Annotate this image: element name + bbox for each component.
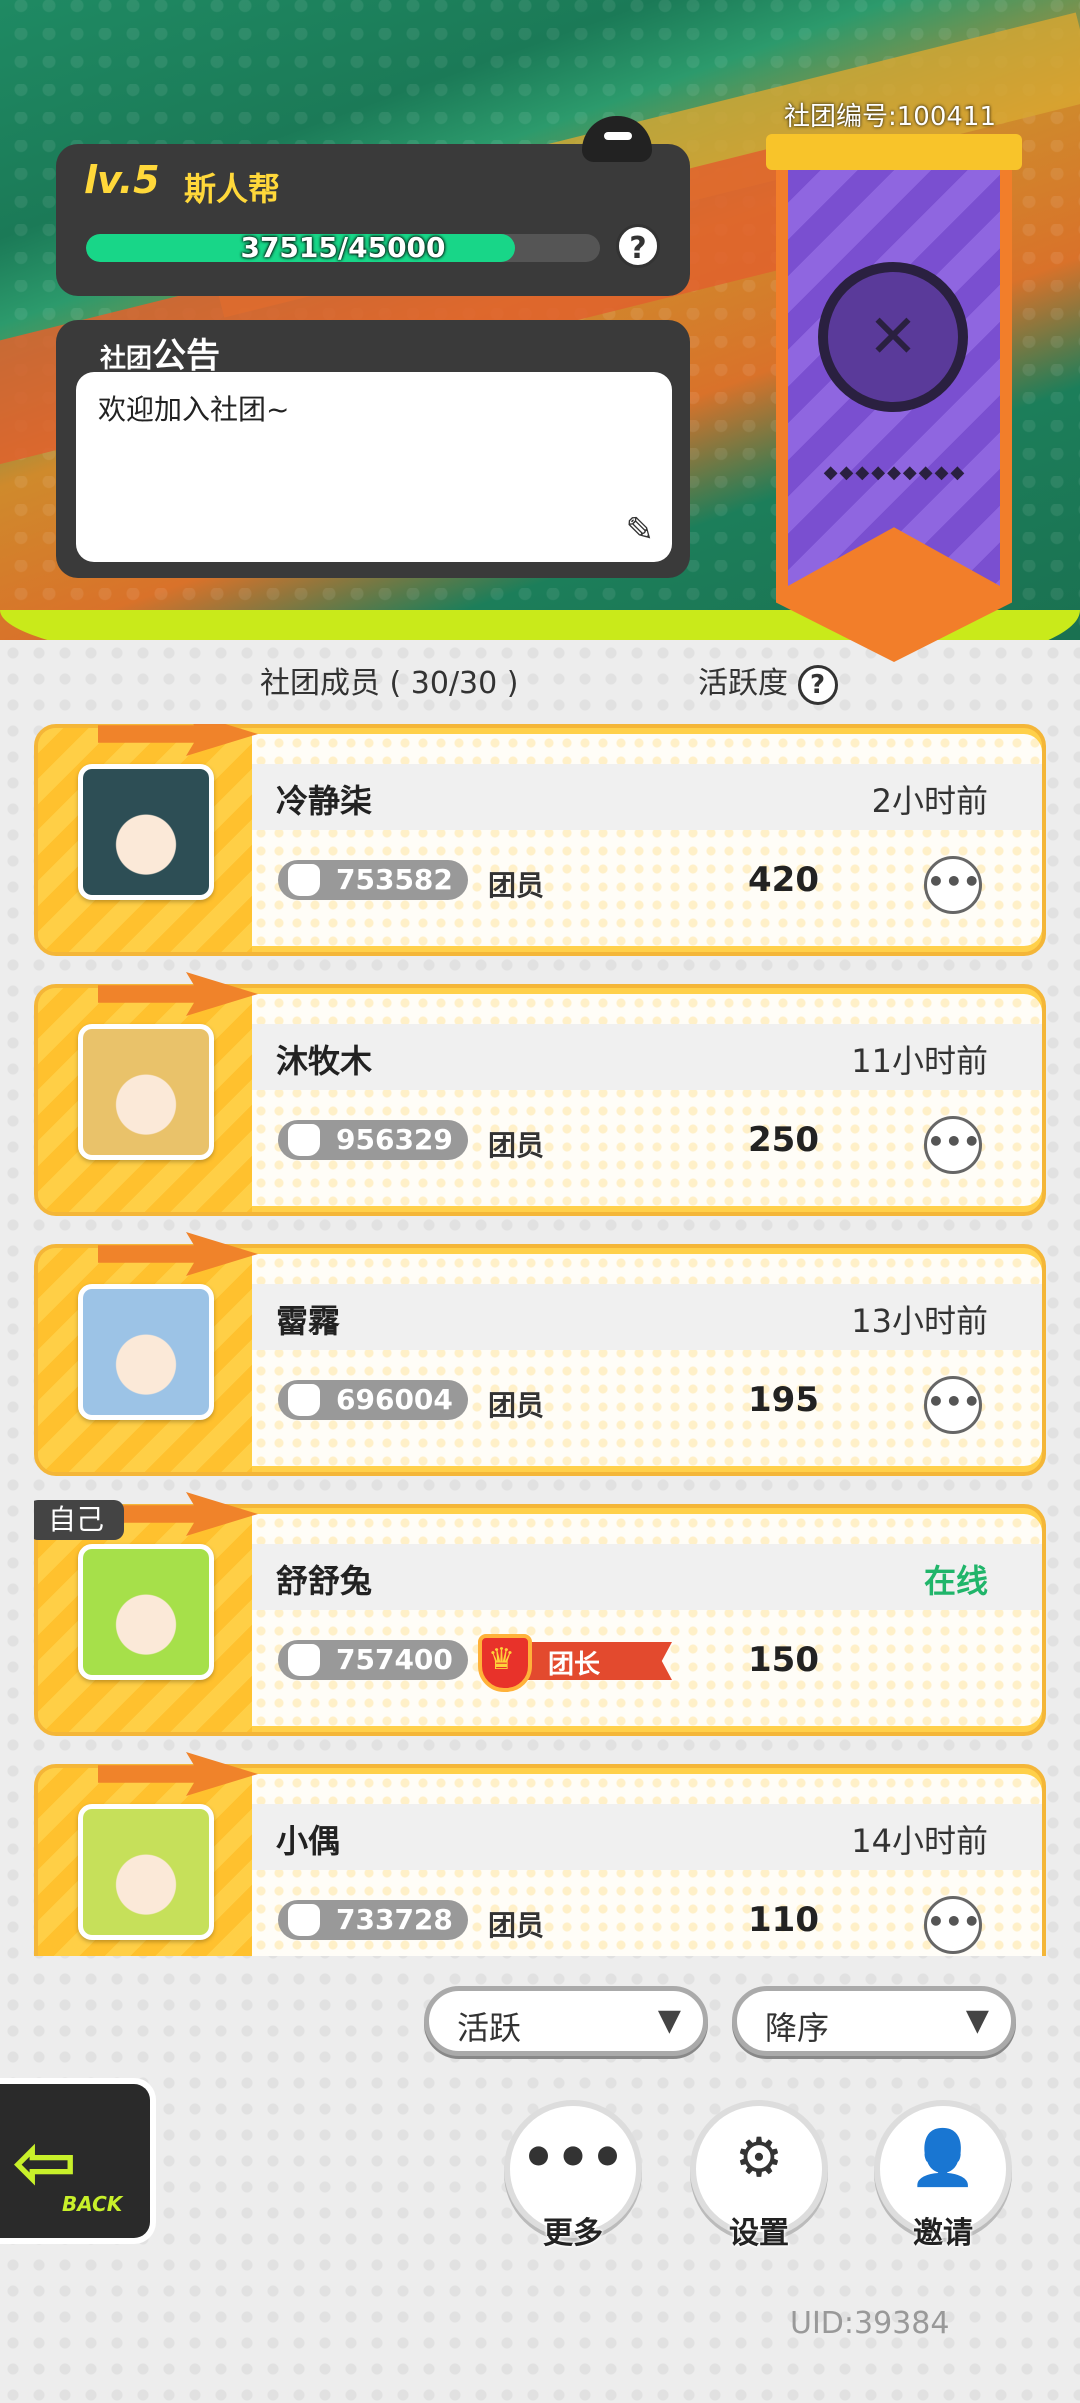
activity-header-label: 活跃度 (698, 666, 788, 701)
power-badge: 733728 (278, 1900, 468, 1940)
avatar[interactable] (78, 764, 214, 900)
activity-help-icon[interactable]: ? (797, 664, 838, 705)
member-name: 沐牧木 (276, 1042, 373, 1080)
more-button[interactable]: ••• 更多 (500, 2100, 646, 2251)
avatar[interactable] (78, 1544, 214, 1680)
member-name: 小偶 (276, 1822, 341, 1860)
sort-order-value: 降序 (765, 2009, 830, 2047)
avatar-image (83, 1549, 209, 1675)
power-value: 753582 (336, 863, 453, 896)
avatar-image (83, 1289, 209, 1415)
announcement-title: 社团公告 (100, 328, 220, 377)
member-last-seen: 在线 (923, 1562, 988, 1600)
member-role: 团员 (488, 1129, 545, 1162)
sort-order-select[interactable]: 降序 ▼ (732, 1986, 1016, 2056)
members-count-label: 社团成员 ( 30/30 ) (260, 666, 519, 701)
fist-icon (288, 1904, 320, 1936)
edit-pencil-icon[interactable]: ✎ (626, 510, 655, 550)
power-value: 696004 (336, 1383, 453, 1416)
sort-field-select[interactable]: 活跃 ▼ (424, 1986, 708, 2056)
member-role: 团员 (488, 869, 545, 902)
add-user-icon: 👤 (909, 2126, 977, 2189)
power-badge: 696004 (278, 1380, 468, 1420)
club-xp-text: 37515/45000 (240, 234, 446, 262)
power-value: 956329 (336, 1123, 453, 1156)
member-activity: 420 (748, 860, 819, 900)
more-button-label: 更多 (543, 2216, 603, 2251)
power-badge: 956329 (278, 1120, 468, 1160)
club-level: lv.5 (84, 158, 160, 202)
fist-icon (288, 1384, 320, 1416)
member-card[interactable]: 霤霿 13小时前 696004 团员 195 ••• (34, 1232, 1046, 1476)
back-button[interactable]: ⇦ BACK (0, 2078, 156, 2244)
avatar[interactable] (78, 1804, 214, 1940)
member-last-seen: 2小时前 (871, 782, 988, 820)
back-label: BACK (62, 2192, 123, 2216)
avatar-image (83, 1029, 209, 1155)
member-activity: 110 (748, 1900, 819, 1940)
member-name: 霤霿 (276, 1302, 341, 1340)
activity-header: 活跃度 ? (698, 658, 838, 705)
member-more-button[interactable]: ••• (924, 1376, 982, 1434)
fist-icon (288, 864, 320, 896)
member-name: 舒舒兔 (276, 1562, 373, 1600)
xp-help-icon[interactable]: ? (616, 224, 660, 268)
member-card[interactable]: 小偶 14小时前 733728 团员 110 ••• (34, 1752, 1046, 1956)
flag-dots-decoration: ◆◆◆◆◆◆◆◆◆ (823, 462, 967, 483)
power-value: 733728 (336, 1903, 453, 1936)
settings-button-label: 设置 (729, 2216, 789, 2251)
chevron-down-icon: ▼ (965, 2003, 989, 2038)
avatar-image (83, 1809, 209, 1935)
club-emblem-icon: ✕ (818, 262, 968, 412)
announcement-title-big: 公告 (152, 336, 221, 376)
club-name: 斯人帮 (184, 170, 281, 208)
crown-icon (478, 1634, 532, 1692)
avatar[interactable] (78, 1024, 214, 1160)
member-more-button[interactable]: ••• (924, 1896, 982, 1954)
invite-button-label: 邀请 (913, 2216, 973, 2251)
power-badge: 757400 (278, 1640, 468, 1680)
member-more-button[interactable]: ••• (924, 856, 982, 914)
announcement-panel: 社团公告 欢迎加入社团~ ✎ (56, 320, 690, 578)
member-activity: 250 (748, 1120, 819, 1160)
avatar-image (83, 769, 209, 895)
self-tag: 自己 (34, 1500, 124, 1540)
chevron-down-icon: ▼ (657, 2003, 681, 2038)
gear-icon: ⚙ (734, 2126, 784, 2189)
member-last-seen: 14小时前 (851, 1822, 988, 1860)
club-info-panel: lv.5 斯人帮 37515/45000 ? (56, 144, 690, 296)
invite-button[interactable]: 👤 邀请 (870, 2100, 1016, 2251)
avatar[interactable] (78, 1284, 214, 1420)
member-name: 冷静柒 (276, 782, 373, 820)
fist-icon (288, 1124, 320, 1156)
member-last-seen: 13小时前 (851, 1302, 988, 1340)
member-role: 团员 (488, 1389, 545, 1422)
power-value: 757400 (336, 1643, 453, 1676)
member-card[interactable]: 沐牧木 11小时前 956329 团员 250 ••• (34, 972, 1046, 1216)
announcement-body: 欢迎加入社团~ ✎ (76, 372, 672, 562)
member-activity: 195 (748, 1380, 819, 1420)
club-id-label: 社团编号:100411 (784, 102, 997, 132)
back-arrow-icon: ⇦ (12, 2118, 78, 2208)
power-badge: 753582 (278, 860, 468, 900)
announcement-title-small: 社团 (100, 344, 153, 374)
club-flag-rod (766, 134, 1022, 170)
ellipsis-icon: ••• (521, 2126, 625, 2189)
member-role: 团员 (488, 1909, 545, 1942)
user-id-label: UID:39384 (790, 2306, 950, 2341)
member-last-seen: 11小时前 (851, 1042, 988, 1080)
announcement-text: 欢迎加入社团~ (98, 393, 290, 426)
sort-field-value: 活跃 (457, 2009, 522, 2047)
member-card[interactable]: 冷静柒 2小时前 753582 团员 420 ••• (34, 724, 1046, 956)
fist-icon (288, 1644, 320, 1676)
settings-button[interactable]: ⚙ 设置 (686, 2100, 832, 2251)
member-more-button[interactable]: ••• (924, 1116, 982, 1174)
leader-badge: 团长 (478, 1634, 674, 1692)
member-list[interactable]: 冷静柒 2小时前 753582 团员 420 ••• 沐牧木 11小时前 956329 团员 250… (34, 724, 1046, 1956)
member-role: 团长 (548, 1650, 601, 1680)
member-card[interactable]: 自己舒舒兔 在线 757400 团长 150 (34, 1492, 1046, 1736)
member-activity: 150 (748, 1640, 819, 1680)
club-xp-bar: 37515/45000 (86, 234, 600, 262)
